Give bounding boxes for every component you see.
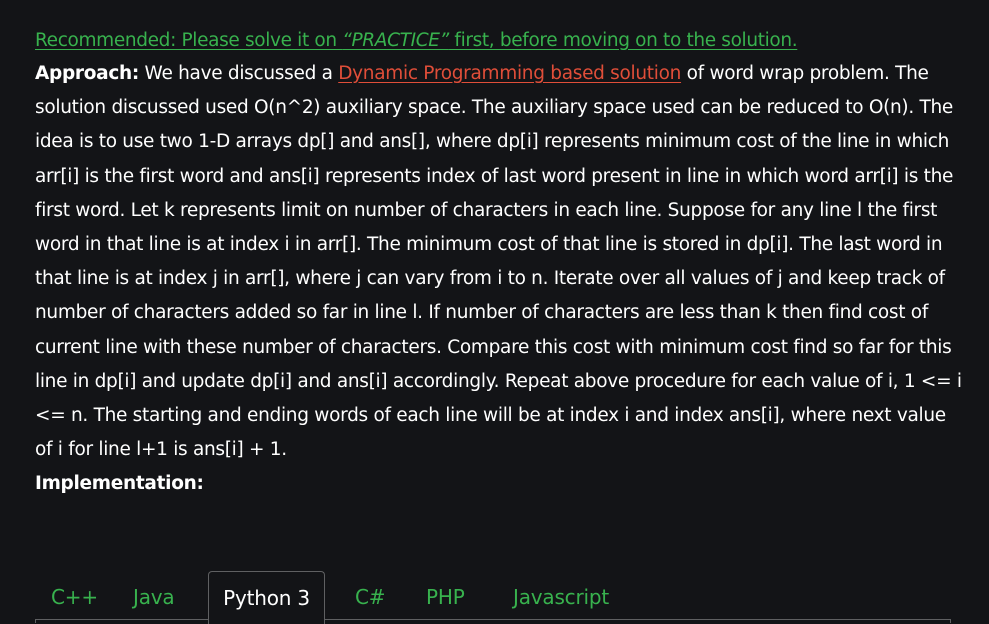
approach-text-before-link: We have discussed a: [138, 63, 339, 84]
article-content: Recommended: Please solve it on “PRACTIC…: [35, 28, 965, 501]
tab-php[interactable]: PHP: [426, 571, 465, 623]
recommended-prefix: Recommended: Please solve it on: [35, 30, 343, 51]
recommended-emphasis: “PRACTICE”: [342, 30, 449, 51]
language-tabs: C++ Java Python 3 C# PHP Javascript: [35, 571, 951, 624]
tab-csharp[interactable]: C#: [355, 571, 386, 623]
implementation-heading: Implementation:: [35, 473, 204, 495]
recommended-suffix: first, before moving on to the solution.: [448, 30, 798, 51]
dynamic-programming-link[interactable]: Dynamic Programming based solution: [338, 63, 681, 84]
recommended-practice-link[interactable]: Recommended: Please solve it on “PRACTIC…: [35, 28, 798, 54]
tab-cpp[interactable]: C++: [51, 571, 98, 623]
approach-text-after-link: of word wrap problem. The solution discu…: [35, 63, 962, 461]
tab-python3[interactable]: Python 3: [208, 571, 325, 624]
approach-paragraph: Approach: We have discussed a Dynamic Pr…: [35, 57, 965, 467]
approach-label: Approach:: [35, 63, 139, 84]
tab-javascript[interactable]: Javascript: [513, 571, 609, 623]
tab-java[interactable]: Java: [133, 571, 175, 623]
